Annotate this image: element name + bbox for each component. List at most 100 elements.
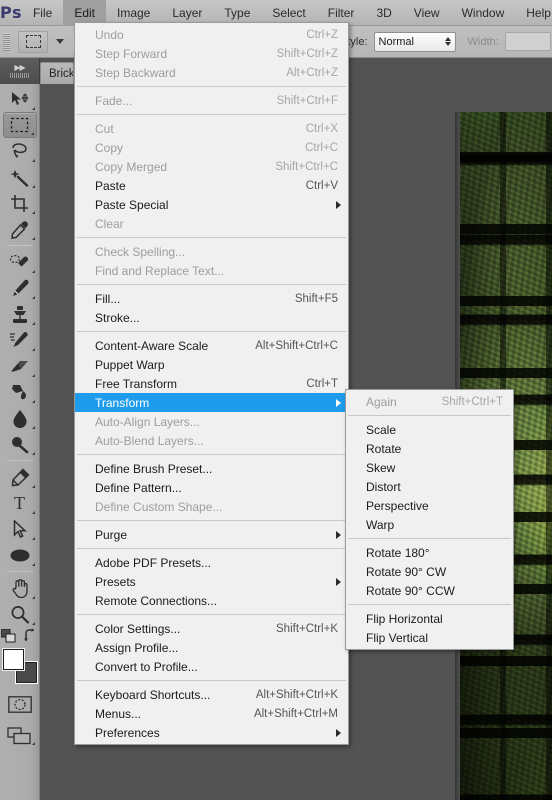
dodge-tool[interactable] (3, 431, 37, 457)
path-selection-tool[interactable] (3, 516, 37, 542)
horizontal-type-tool[interactable]: T (3, 490, 37, 516)
transform-menu-item-label: Skew (366, 460, 396, 475)
width-input[interactable] (504, 32, 551, 51)
edit-menu-item-label: Remote Connections... (95, 593, 218, 608)
edit-menu-item-define-pattern[interactable]: Define Pattern... (75, 478, 348, 497)
eraser-tool[interactable] (3, 353, 37, 379)
transform-menu-item-label: Distort (366, 479, 401, 494)
transform-menu-item-flip-vertical[interactable]: Flip Vertical (346, 628, 513, 647)
rectangular-marquee-tool[interactable] (2, 112, 37, 138)
edit-menu-item-label: Adobe PDF Presets... (95, 555, 212, 570)
default-colors-icon[interactable] (1, 629, 17, 643)
edit-menu-item-label: Define Custom Shape... (95, 499, 223, 514)
transform-menu-item-flip-horizontal[interactable]: Flip Horizontal (346, 609, 513, 628)
menu-bar-item-3d[interactable]: 3D (365, 0, 402, 26)
edit-menu-item-define-custom-shape: Define Custom Shape... (75, 497, 348, 516)
edit-menu-item-label: Fade... (95, 93, 133, 108)
edit-menu-item-label: Step Backward (95, 65, 176, 80)
edit-menu-item-label: Check Spelling... (95, 244, 186, 259)
edit-menu-item-stroke[interactable]: Stroke... (75, 308, 348, 327)
edit-menu-item-label: Color Settings... (95, 621, 181, 636)
lasso-tool[interactable] (3, 138, 37, 164)
edit-menu-item-free-transform[interactable]: Free Transform Ctrl+T (75, 374, 348, 393)
edit-menu-item-convert-to-profile[interactable]: Convert to Profile... (75, 657, 348, 676)
foreground-color-swatch[interactable] (2, 649, 24, 670)
edit-menu-item-auto-blend-layers: Auto-Blend Layers... (75, 431, 348, 450)
edit-menu-dropdown[interactable]: Undo Ctrl+Z Step Forward Shift+Ctrl+Z Step B… (74, 22, 349, 745)
edit-menu-item-content-aware-scale[interactable]: Content-Aware Scale Alt+Shift+Ctrl+C (75, 336, 348, 355)
transform-menu-item-distort[interactable]: Distort (346, 477, 513, 496)
transform-menu-item-rotate-90-cw[interactable]: Rotate 90° CW (346, 562, 513, 581)
eyedropper-tool[interactable] (3, 216, 37, 242)
grip-dots-icon (9, 73, 30, 78)
blur-tool[interactable] (3, 405, 37, 431)
menu-bar-item-window[interactable]: Window (451, 0, 516, 26)
edit-menu-item-keyboard-shortcuts[interactable]: Keyboard Shortcuts... Alt+Shift+Ctrl+K (75, 685, 348, 704)
brush-tool[interactable] (3, 275, 37, 301)
hand-tool[interactable] (3, 575, 37, 601)
swap-colors-icon[interactable] (23, 629, 38, 643)
menu-bar-item-file[interactable]: File (22, 0, 63, 26)
pen-tool[interactable] (3, 464, 37, 490)
transform-menu-item-rotate-90-ccw[interactable]: Rotate 90° CCW (346, 581, 513, 600)
transform-menu-item-skew[interactable]: Skew (346, 458, 513, 477)
color-swatches[interactable] (2, 649, 37, 683)
edit-menu-item-paste-special[interactable]: Paste Special (75, 195, 348, 214)
ellipse-tool[interactable] (3, 542, 37, 568)
edit-menu-item-label: Paste (95, 178, 126, 193)
edit-menu-item-puppet-warp[interactable]: Puppet Warp (75, 355, 348, 374)
edit-menu-item-define-brush-preset[interactable]: Define Brush Preset... (75, 459, 348, 478)
style-select[interactable]: Normal (373, 31, 456, 52)
transform-menu-item-rotate-180[interactable]: Rotate 180° (346, 543, 513, 562)
transform-menu-item-perspective[interactable]: Perspective (346, 496, 513, 515)
edit-menu-item-step-forward: Step Forward Shift+Ctrl+Z (75, 44, 348, 63)
history-brush-tool[interactable] (3, 327, 37, 353)
edit-menu-item-find-and-replace-text: Find and Replace Text... (75, 261, 348, 280)
tool-flyout-corner-icon (31, 596, 35, 599)
zoom-tool[interactable] (3, 601, 37, 627)
move-tool[interactable] (3, 86, 37, 112)
edit-menu-separator (77, 86, 346, 87)
submenu-arrow-icon (336, 577, 341, 586)
edit-menu-item-fill[interactable]: Fill... Shift+F5 (75, 289, 348, 308)
edit-menu-item-label: Stroke... (95, 310, 140, 325)
edit-menu-item-fade: Fade... Shift+Ctrl+F (75, 91, 348, 110)
edit-menu-item-shortcut: Ctrl+Z (306, 28, 338, 41)
clone-stamp-tool[interactable] (3, 301, 37, 327)
document-tab-brick[interactable]: Brick (40, 62, 74, 84)
menu-bar-item-view[interactable]: View (403, 0, 451, 26)
edit-menu-item-preferences[interactable]: Preferences (75, 723, 348, 742)
magic-wand-tool[interactable] (3, 164, 37, 190)
menu-bar-item-help[interactable]: Help (515, 0, 552, 26)
screen-mode-button[interactable] (3, 725, 37, 747)
tool-preset-chevron-down-icon[interactable] (56, 39, 64, 44)
edit-menu-item-assign-profile[interactable]: Assign Profile... (75, 638, 348, 657)
gradient-tool[interactable] (3, 379, 37, 405)
transform-menu-item-again: Again Shift+Ctrl+T (346, 392, 513, 411)
edit-menu-item-presets[interactable]: Presets (75, 572, 348, 591)
edit-menu-item-menus[interactable]: Menus... Alt+Shift+Ctrl+M (75, 704, 348, 723)
tab-bar-gripper[interactable]: ▶▶ (0, 58, 40, 84)
edit-menu-item-adobe-pdf-presets[interactable]: Adobe PDF Presets... (75, 553, 348, 572)
quick-mask-mode-button[interactable] (3, 691, 37, 717)
transform-menu-item-scale[interactable]: Scale (346, 420, 513, 439)
edit-menu-item-paste[interactable]: Paste Ctrl+V (75, 176, 348, 195)
active-tool-preview-marquee-icon[interactable] (18, 30, 48, 53)
edit-menu-item-shortcut: Alt+Shift+Ctrl+C (255, 339, 338, 352)
edit-menu-item-purge[interactable]: Purge (75, 525, 348, 544)
transform-menu-separator (348, 538, 511, 539)
edit-menu-separator (77, 237, 346, 238)
transform-menu-item-rotate[interactable]: Rotate (346, 439, 513, 458)
edit-menu-item-color-settings[interactable]: Color Settings... Shift+Ctrl+K (75, 619, 348, 638)
options-bar-gripper[interactable] (0, 26, 12, 58)
edit-menu-item-transform[interactable]: Transform (75, 393, 348, 412)
crop-tool[interactable] (3, 190, 37, 216)
edit-menu-item-remote-connections[interactable]: Remote Connections... (75, 591, 348, 610)
tool-flyout-corner-icon (31, 211, 35, 214)
edit-menu-item-label: Content-Aware Scale (95, 338, 209, 353)
transform-submenu-dropdown[interactable]: Again Shift+Ctrl+T Scale Rotate Skew Distort P… (345, 389, 514, 650)
edit-menu-item-cut: Cut Ctrl+X (75, 119, 348, 138)
spot-healing-brush-tool[interactable] (3, 249, 37, 275)
transform-menu-item-warp[interactable]: Warp (346, 515, 513, 534)
edit-menu-item-label: Step Forward (95, 46, 168, 61)
